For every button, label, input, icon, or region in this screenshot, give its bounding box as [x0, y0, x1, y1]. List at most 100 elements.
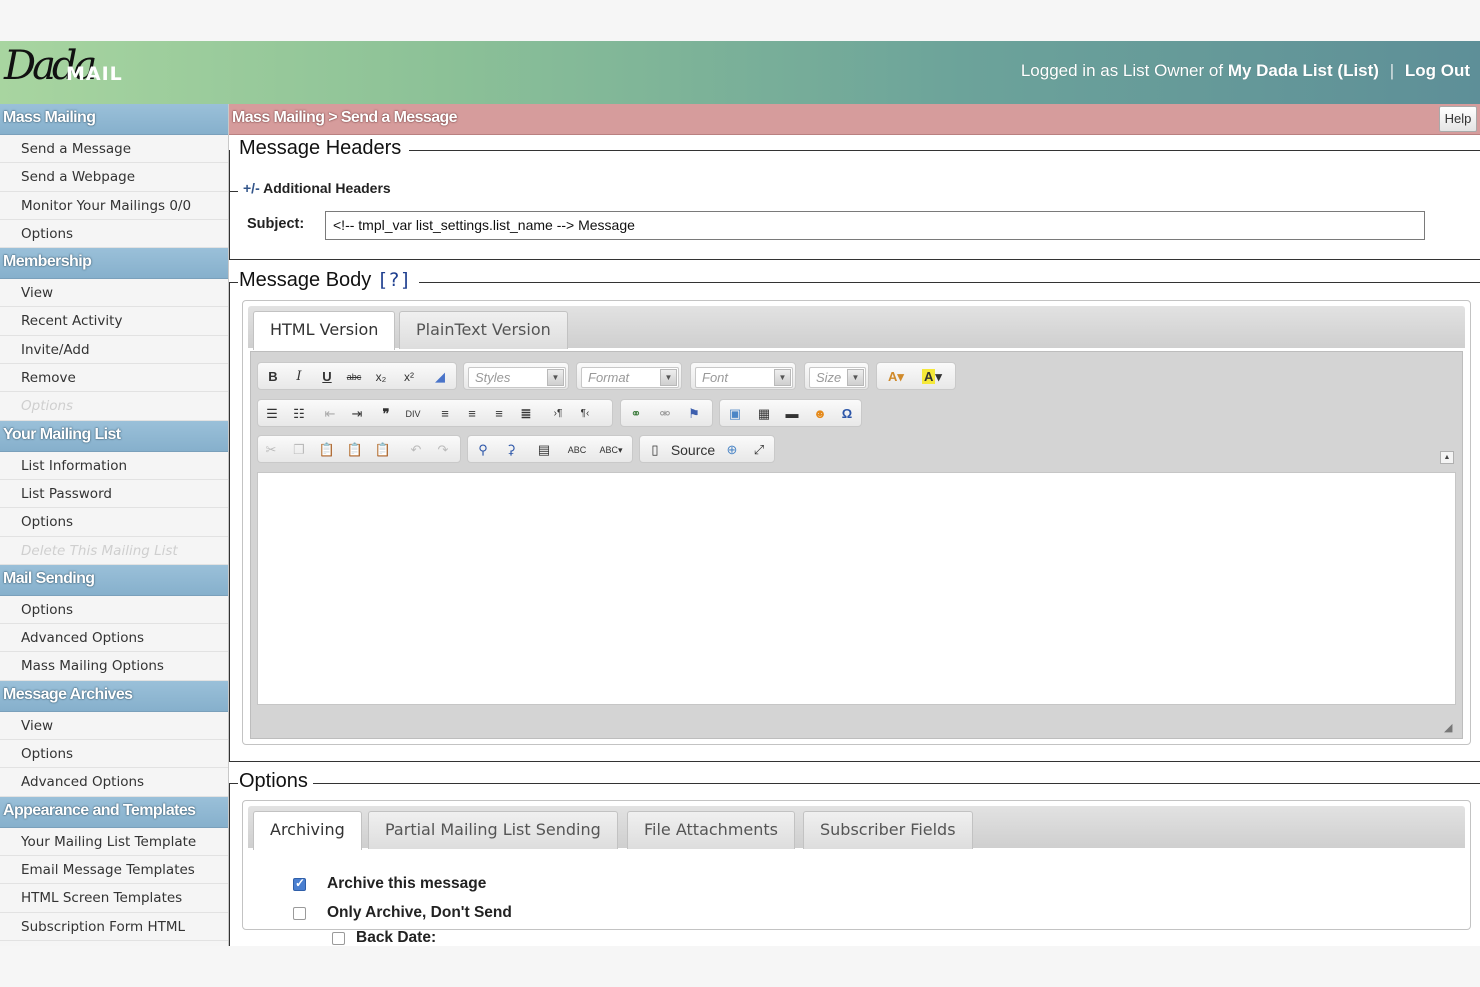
size-dropdown[interactable]: Size ▼	[809, 367, 866, 388]
breadcrumb-section[interactable]: Mass Mailing	[232, 109, 325, 126]
horizontal-rule-icon[interactable]: ▬	[782, 404, 802, 424]
special-char-icon[interactable]: Ω	[837, 404, 857, 424]
sidebar-item[interactable]: Subscription Form HTML	[0, 912, 228, 941]
sidebar-item[interactable]: Send a Webpage	[0, 163, 228, 192]
main-content: Mass Mailing > Send a Message Help Messa…	[229, 104, 1480, 946]
unlink-icon[interactable]: ⚮	[655, 404, 675, 424]
find-icon[interactable]: ⚲	[473, 440, 493, 460]
tab-html-version[interactable]: HTML Version	[253, 311, 396, 350]
styles-dropdown[interactable]: Styles ▼	[468, 367, 566, 388]
sidebar-item[interactable]: Your Mailing List Template	[0, 827, 228, 856]
sidebar-item[interactable]: Options	[0, 219, 228, 249]
fieldset-border	[229, 783, 230, 946]
sidebar-item[interactable]: List Password	[0, 479, 228, 509]
blockquote-icon[interactable]: ❞	[376, 404, 396, 424]
tab-subscriber-fields[interactable]: Subscriber Fields	[803, 811, 973, 849]
sidebar-item[interactable]: Advanced Options	[0, 624, 228, 653]
image-icon[interactable]: ▣	[725, 404, 745, 424]
collapse-toolbar-icon[interactable]: ▲	[1440, 451, 1454, 464]
help-button[interactable]: Help	[1439, 106, 1477, 132]
sidebar-item[interactable]: View	[0, 711, 228, 741]
tab-partial-mailing-list-sending[interactable]: Partial Mailing List Sending	[368, 811, 618, 849]
size-dropdown-label: Size	[816, 370, 842, 385]
strikethrough-button[interactable]: abc	[344, 367, 364, 387]
sidebar-item[interactable]: Create a Back Link	[0, 940, 228, 946]
dada-mail-logo[interactable]: Dada MAIL	[4, 43, 144, 101]
sidebar-item[interactable]: Email Message Templates	[0, 855, 228, 885]
replace-icon[interactable]: ⚳	[501, 440, 521, 460]
subject-input[interactable]: <!-- tmpl_var list_settings.list_name --…	[325, 211, 1425, 240]
paste-icon[interactable]: 📋	[317, 440, 337, 460]
redo-icon[interactable]: ↷	[433, 440, 453, 460]
sidebar-item[interactable]: Options	[0, 508, 228, 537]
tab-file-attachments[interactable]: File Attachments	[627, 811, 795, 849]
paste-word-icon[interactable]: 📋	[373, 440, 393, 460]
sidebar-item[interactable]: HTML Screen Templates	[0, 884, 228, 913]
align-center-icon[interactable]: ≡	[462, 404, 482, 424]
remove-format-icon[interactable]: ◢	[430, 367, 450, 387]
sidebar-item[interactable]: List Information	[0, 451, 228, 480]
undo-icon[interactable]: ↶	[406, 440, 426, 460]
sidebar-item[interactable]: Recent Activity	[0, 307, 228, 336]
tab-archiving[interactable]: Archiving	[253, 811, 362, 850]
rtl-direction-icon[interactable]: ¶‹	[575, 404, 595, 424]
spellcheck-as-you-type-icon[interactable]: ABC▾	[596, 440, 626, 460]
table-icon[interactable]: ▦	[754, 404, 774, 424]
smiley-icon[interactable]: ☻	[810, 404, 830, 424]
font-dropdown[interactable]: Font ▼	[695, 367, 793, 388]
superscript-button[interactable]: x²	[399, 367, 419, 387]
underline-button[interactable]: U	[317, 367, 337, 387]
fieldset-border	[229, 783, 238, 784]
numbered-list-icon[interactable]: ☰	[262, 404, 282, 424]
div-container-icon[interactable]: DIV	[403, 404, 423, 424]
spellcheck-icon[interactable]: ABC	[567, 440, 587, 460]
text-color-icon[interactable]: A▾	[883, 367, 909, 387]
indent-icon[interactable]: ⇥	[347, 404, 367, 424]
sidebar-item[interactable]: Invite/Add	[0, 335, 228, 365]
sidebar-item[interactable]: View	[0, 279, 228, 308]
sidebar-item[interactable]: Advanced Options	[0, 768, 228, 797]
bold-button[interactable]: B	[263, 367, 283, 387]
source-button[interactable]: Source	[668, 440, 718, 460]
preview-icon[interactable]: ⊕	[722, 440, 742, 460]
select-all-icon[interactable]: ▤	[534, 440, 554, 460]
bulleted-list-icon[interactable]: ☷	[289, 404, 309, 424]
archive-this-label: Archive this message	[327, 875, 487, 892]
options-panel: Archiving Partial Mailing List Sending F…	[242, 800, 1471, 946]
sidebar-item[interactable]: Remove	[0, 364, 228, 393]
message-body-help-link[interactable]: [?]	[377, 269, 411, 291]
sidebar-item[interactable]: Mass Mailing Options	[0, 652, 228, 681]
align-left-icon[interactable]: ≡	[435, 404, 455, 424]
sidebar-item[interactable]: Options	[0, 740, 228, 769]
background-color-icon[interactable]: A ▾	[917, 367, 947, 387]
fieldset-border	[229, 282, 238, 283]
fieldset-border	[229, 259, 1480, 260]
format-dropdown[interactable]: Format ▼	[581, 367, 679, 388]
logout-link[interactable]: Log Out	[1405, 61, 1470, 80]
editor-content-area[interactable]	[257, 472, 1456, 705]
link-icon[interactable]: ⚭	[626, 404, 646, 424]
sidebar-item[interactable]: Monitor Your Mailings 0/0	[0, 191, 228, 220]
tab-plaintext-version[interactable]: PlainText Version	[399, 311, 568, 349]
resize-handle-icon[interactable]: ◢	[1444, 722, 1456, 734]
options-tabs: Archiving Partial Mailing List Sending F…	[248, 806, 1465, 850]
cut-icon[interactable]: ✂	[261, 440, 281, 460]
sidebar-item[interactable]: Send a Message	[0, 135, 228, 164]
paste-text-icon[interactable]: 📋	[345, 440, 365, 460]
maximize-icon[interactable]: ⤢	[749, 440, 769, 460]
only-archive-checkbox[interactable]	[293, 907, 306, 920]
subscript-button[interactable]: x₂	[371, 367, 391, 387]
additional-headers-toggle[interactable]: +/- Additional Headers	[243, 180, 391, 196]
copy-icon[interactable]: ❐	[289, 440, 309, 460]
sidebar-section-header: Mass Mailing	[0, 104, 228, 135]
source-icon[interactable]: ▯	[645, 440, 665, 460]
outdent-icon[interactable]: ⇤	[320, 404, 340, 424]
align-right-icon[interactable]: ≡	[489, 404, 509, 424]
sidebar-item[interactable]: Options	[0, 595, 228, 625]
back-date-checkbox[interactable]	[332, 932, 345, 945]
anchor-flag-icon[interactable]: ⚑	[684, 404, 704, 424]
align-justify-icon[interactable]: ≣	[516, 404, 536, 424]
italic-button[interactable]: I	[289, 367, 309, 387]
archive-this-checkbox[interactable]	[293, 876, 306, 891]
ltr-direction-icon[interactable]: ›¶	[548, 404, 568, 424]
